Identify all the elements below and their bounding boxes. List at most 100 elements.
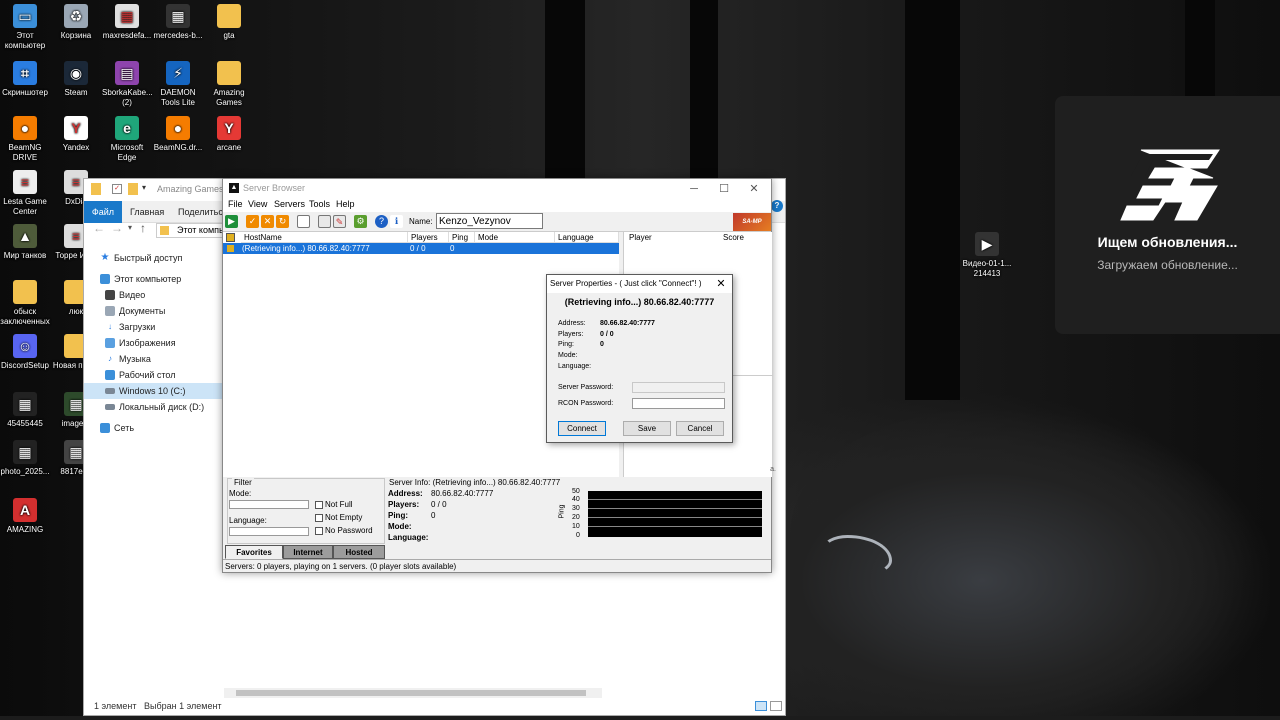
sidebar-item-music[interactable]: ♪ Музыка [84,351,224,367]
sidebar-item-desktop[interactable]: Рабочий стол [84,367,224,383]
copy-icon[interactable] [318,215,331,228]
chevron-down-icon[interactable]: ▾ [128,223,132,232]
ribbon-tab-home[interactable]: Главная [130,201,164,223]
server-properties-dialog[interactable]: Server Properties - ( Just click "Connec… [546,274,733,443]
sidebar-item-network[interactable]: Сеть [84,420,224,436]
desktop-icon[interactable]: ◉ Steam [51,61,101,98]
sidebar-item-drive-d[interactable]: Локальный диск (D:) [84,399,224,415]
no-password-checkbox[interactable] [315,527,323,535]
close-button[interactable]: ✕ [739,181,769,197]
column-header-player[interactable]: Player [629,232,652,243]
ribbon-tab-share[interactable]: Поделиться [178,201,228,223]
column-header-players[interactable]: Players [408,232,449,243]
delete-server-icon[interactable]: ✕ [261,215,274,228]
save-button[interactable]: Save [623,421,671,436]
sidebar-item-downloads[interactable]: ↓ Загрузки [84,319,224,335]
column-header-mode[interactable]: Mode [475,232,555,243]
language-label: Language: [558,363,592,370]
sidebar-item-drive-c[interactable]: Windows 10 (C:) [84,383,224,399]
desktop-icon[interactable]: ▦ photo_2025... [0,440,50,477]
tiles-view-icon[interactable] [770,701,782,711]
desktop-icon[interactable]: ▤ SborkaKabe... (2) [102,61,153,108]
mode-filter-input[interactable] [229,500,309,509]
chevron-down-icon[interactable]: ▾ [142,183,146,192]
column-header-score[interactable]: Score [723,232,744,243]
update-notification[interactable]: Ищем обновления... Загружаем обновление.… [1055,96,1280,334]
desktop-icon[interactable]: Y Yandex [51,116,101,153]
desktop-icon[interactable]: ≡ Lesta Game Center [0,170,50,217]
desktop-icon[interactable]: ⌗ Скриншотер [0,61,50,98]
sidebar-item-this-pc[interactable]: Этот компьютер [84,271,224,287]
tab-hosted[interactable]: Hosted [333,545,385,559]
sidebar-item-pictures[interactable]: Изображения [84,335,224,351]
edit-icon[interactable]: ✎ [333,215,346,228]
desktop-icon[interactable]: обыск заключенных [0,280,50,327]
tab-favorites[interactable]: Favorites [225,545,283,559]
sidebar-item-label: Локальный диск (D:) [119,402,205,412]
close-icon[interactable]: ✕ [714,277,728,291]
sidebar-item-videos[interactable]: Видео [84,287,224,303]
menu-view[interactable]: View [248,199,267,209]
folder-icon [91,183,101,195]
connect-icon[interactable]: ▶ [225,215,238,228]
up-arrow-icon[interactable]: ↑ [140,221,146,235]
connect-button[interactable]: Connect [558,421,606,436]
sidebar-item-quick-access[interactable]: ★ Быстрый доступ [84,250,224,266]
desktop-icon[interactable]: ▦ 45455445 [0,392,50,429]
settings-icon[interactable]: ⚙ [354,215,367,228]
column-header-ping[interactable]: Ping [449,232,475,243]
desktop-icon[interactable]: ⚡ DAEMON Tools Lite [153,61,203,108]
filter-group: Filter Mode: Language: Not Full Not Empt… [227,478,385,544]
player-name-input[interactable] [436,213,543,229]
page-icon[interactable] [297,215,310,228]
desktop-icon[interactable]: ▦ maxresdefa... [102,4,152,41]
minimize-button[interactable]: ─ [679,181,709,197]
desktop-icon[interactable]: ▶ Видео-01-1... 214413 [962,232,1012,279]
desktop-icon[interactable]: ♻ Корзина [51,4,101,41]
menu-help[interactable]: Help [336,199,355,209]
desktop-icon[interactable]: ● BeamNG.dr... [153,116,203,153]
not-full-checkbox[interactable] [315,501,323,509]
desktop-icon[interactable]: ☺ DiscordSetup [0,334,50,371]
tab-internet[interactable]: Internet [283,545,333,559]
sidebar-item-documents[interactable]: Документы [84,303,224,319]
help-icon[interactable]: ? [375,215,388,228]
desktop-icon[interactable]: ▲ Мир танков [0,224,50,261]
address-value: 80.66.82.40:7777 [431,489,494,498]
not-empty-checkbox[interactable] [315,514,323,522]
menu-servers[interactable]: Servers [274,199,305,209]
menu-tools[interactable]: Tools [309,199,330,209]
help-icon[interactable]: ? [771,200,783,212]
desktop-icon[interactable]: ▭ Этот компьютер [0,4,50,51]
desktop-icon[interactable]: ▦ mercedes-b... [153,4,203,41]
language-filter-input[interactable] [229,527,309,536]
refresh-icon[interactable]: ↻ [276,215,289,228]
cancel-button[interactable]: Cancel [676,421,724,436]
rcon-password-input[interactable] [632,398,725,409]
maximize-button[interactable]: ☐ [709,181,739,197]
server-browser-titlebar[interactable]: ▲ Server Browser ─ ☐ ✕ [223,179,771,198]
desktop-icon[interactable]: A AMAZING [0,498,50,535]
details-view-icon[interactable] [755,701,767,711]
info-icon[interactable]: ℹ [390,215,403,228]
folder-icon[interactable] [128,183,138,195]
desktop-icon[interactable]: gta [204,4,254,41]
add-server-icon[interactable]: ✓ [246,215,259,228]
menu-file[interactable]: File [228,199,243,209]
yandex-icon: Y [64,116,88,140]
server-password-input[interactable] [632,382,725,393]
forward-arrow-icon[interactable]: → [111,221,123,235]
back-arrow-icon[interactable]: ← [93,221,105,235]
column-header-hostname[interactable]: HostName [241,232,408,243]
ribbon-tab-file[interactable]: Файл [84,201,122,223]
column-header-language[interactable]: Language [555,232,619,243]
desktop-icon[interactable]: Yarcane [204,116,254,153]
properties-icon[interactable]: ✓ [112,184,122,194]
address-bar[interactable]: Этот компь [156,223,226,238]
scrollbar-thumb[interactable] [236,690,586,696]
desktop-icon[interactable]: Amazing Games [204,61,254,108]
desktop-icon[interactable]: e Microsoft Edge [102,116,152,163]
table-row[interactable]: (Retrieving info...) 80.66.82.40:7777 0 … [223,243,619,254]
desktop-icon[interactable]: ● BeamNG DRIVE [0,116,50,163]
desktop-icon-label: photo_2025... [0,467,50,476]
